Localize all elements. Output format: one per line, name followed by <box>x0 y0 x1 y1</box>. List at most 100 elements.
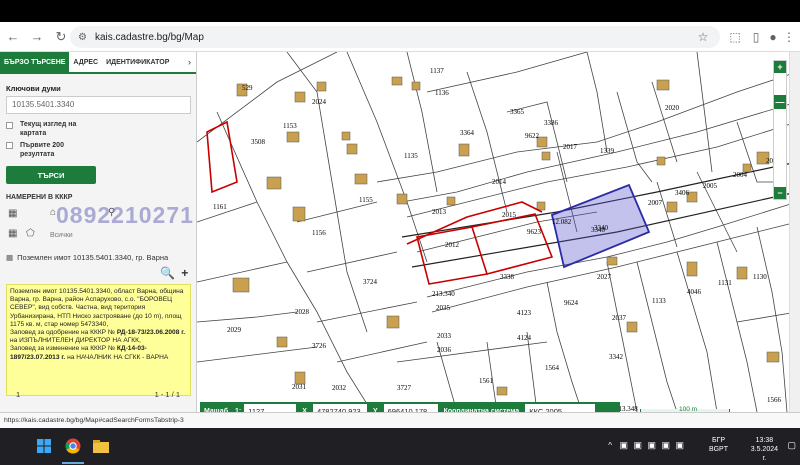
found-label: НАМЕРЕНИ В КККР <box>6 194 73 201</box>
parcel-label: 1564 <box>545 364 560 372</box>
parcel-label: 1155 <box>359 196 373 204</box>
parcel-label: 9622 <box>525 132 540 140</box>
parcel-label: 12.082 <box>552 218 572 226</box>
cadastre-map[interactable]: 529 1137 1136 2024 3508 1153 3364 3365 2020 1135 9… <box>197 52 800 412</box>
parcel-label: 2032 <box>332 384 347 392</box>
current-view-label: Текущ изглед на картата <box>20 121 77 137</box>
parcel-label: 1136 <box>435 89 449 97</box>
result-item[interactable]: ▦ Поземлен имот 10135.5401.3340, гр. Вар… <box>6 250 192 264</box>
parcel-label: 3338 <box>500 273 515 281</box>
app-tray-icon-4[interactable]: ▣ <box>661 440 670 451</box>
grid-small-icon: ▦ <box>6 252 14 262</box>
parcel-label: 3342 <box>609 353 624 361</box>
tab-address[interactable]: АДРЕС <box>69 52 102 72</box>
parcel-label: 3727 <box>397 384 412 392</box>
highlight-label: 3340 <box>594 224 609 232</box>
zoom-out-icon[interactable]: − <box>774 187 786 199</box>
forward-icon[interactable]: → <box>26 26 48 48</box>
parcel-label: 1153 <box>283 122 297 130</box>
grid-icon-2[interactable]: ▦ <box>8 228 17 239</box>
parcel-label: 3508 <box>251 138 266 146</box>
back-icon[interactable]: ← <box>2 26 24 48</box>
pager: 1 1 - 1 / 1 <box>6 390 192 404</box>
extensions-icon[interactable]: ⬚ <box>724 26 746 48</box>
parcel-label: 2029 <box>227 326 242 334</box>
map-scrollbar[interactable] <box>789 52 800 412</box>
keywords-label: Ключови думи <box>6 84 61 93</box>
parcel-label: 3365 <box>510 108 525 116</box>
tab-identifier[interactable]: ИДЕНТИФИКАТОР <box>102 52 173 72</box>
search-tabs: БЪРЗО ТЪРСЕНЕ АДРЕС ИДЕНТИФИКАТОР › <box>0 52 196 74</box>
parcel-label: 2024 <box>312 98 327 106</box>
chevron-right-icon[interactable]: › <box>183 52 196 72</box>
parcel-label: 2037 <box>612 314 627 322</box>
polygon-icon[interactable]: ⬠ <box>26 228 35 239</box>
keywords-input[interactable]: 10135.5401.3340 <box>6 96 191 114</box>
info-approval-suffix: на ИЗПЪЛНИТЕЛЕН ДИРЕКТОР НА АГКК, <box>10 337 141 345</box>
notification-icon[interactable]: ▢ <box>787 440 796 451</box>
parcel-label: 1131 <box>718 279 732 287</box>
first-200-checkbox[interactable] <box>6 142 13 149</box>
clock-time: 13:38 <box>755 437 774 444</box>
parcel-label: 2031 <box>292 383 307 391</box>
all-label: Всички <box>50 232 73 239</box>
pager-page[interactable]: 1 <box>16 390 20 399</box>
zoom-control[interactable]: + — − <box>773 60 787 200</box>
parcel-label: 1339 <box>600 147 615 155</box>
parcel-label: 3364 <box>460 129 475 137</box>
first-200-label: Първите 200 резултата <box>20 142 64 158</box>
zoom-in-icon[interactable]: + <box>774 61 786 73</box>
current-view-checkbox[interactable] <box>6 122 13 129</box>
parcel-label: 4123 <box>517 309 532 317</box>
parcel-label: 2004 <box>733 171 748 179</box>
map-canvas[interactable]: 529 1137 1136 2024 3508 1153 3364 3365 2020 1135 9… <box>197 52 800 412</box>
url-text: kais.cadastre.bg/bg/Map <box>94 31 204 43</box>
clock[interactable]: 13:38 3.5.2024 г. <box>751 436 778 463</box>
parcel-label: 2017 <box>563 143 578 151</box>
zoom-slider-handle[interactable]: — <box>774 95 786 109</box>
parcel-label: 2036 <box>437 346 452 354</box>
windows-taskbar: ^ ▣ ▣ ▣ ▣ ▣ БГР BGPT 13:38 3.5.2024 г. ▢ <box>0 428 800 465</box>
windows-start-icon[interactable] <box>36 438 52 454</box>
parcel-label: 1161 <box>213 203 227 211</box>
parcel-label: 2014 <box>492 178 507 186</box>
parcel-label: 2028 <box>295 308 310 316</box>
add-icon[interactable]: + <box>181 266 188 280</box>
parcel-label: 3726 <box>312 342 327 350</box>
address-bar[interactable]: ⚙ kais.cadastre.bg/bg/Map <box>70 26 720 48</box>
zoom-to-icon[interactable]: 🔍 <box>160 266 175 280</box>
info-approval-order[interactable]: РД-18-73/23.06.2008 г. <box>117 329 185 336</box>
reload-icon[interactable]: ↻ <box>50 26 72 48</box>
selected-parcels[interactable] <box>206 120 554 285</box>
status-url: https://kais.cadastre.bg/bg/Map#cadSearc… <box>0 412 800 428</box>
active-app-indicator <box>62 462 84 464</box>
file-explorer-icon[interactable] <box>92 438 110 454</box>
site-info-icon[interactable]: ⚙ <box>78 32 87 43</box>
result-title: Поземлен имот 10135.5401.3340, гр. Варна <box>17 252 169 262</box>
tab-quick-search[interactable]: БЪРЗО ТЪРСЕНЕ <box>0 52 70 72</box>
parcel-label: 529 <box>242 84 253 92</box>
tray-chevron-up-icon[interactable]: ^ <box>608 441 612 450</box>
parcel-label: 1135 <box>404 152 418 160</box>
keyboard-language[interactable]: БГР BGPT <box>709 436 728 454</box>
app-tray-icon-5[interactable]: ▣ <box>675 440 684 451</box>
phone-watermark: 0892210271 <box>56 202 194 228</box>
app-tray-icon-3[interactable]: ▣ <box>647 440 656 451</box>
parcel-label: 1137 <box>430 67 444 75</box>
menu-icon[interactable]: ⋮ <box>778 26 800 48</box>
app-tray-icon-1[interactable]: ▣ <box>619 440 628 451</box>
parcel-label: 2012 <box>445 241 460 249</box>
bookmark-star-icon[interactable]: ☆ <box>692 26 714 48</box>
grid-icon[interactable]: ▦ <box>8 208 17 219</box>
info-change-prefix: Заповед за изменение на КККР № <box>10 345 117 353</box>
parcel-label: 3406 <box>675 189 690 197</box>
search-button[interactable]: ТЪРСИ <box>6 166 96 184</box>
parcel-label: 4046 <box>687 288 702 296</box>
chrome-icon[interactable] <box>64 437 82 455</box>
search-panel: БЪРЗО ТЪРСЕНЕ АДРЕС ИДЕНТИФИКАТОР › Ключ… <box>0 52 197 412</box>
app-tray-icon-2[interactable]: ▣ <box>633 440 642 451</box>
browser-toolbar: ← → ↻ ⚙ kais.cadastre.bg/bg/Map ☆ ⬚ ▯ ● … <box>0 22 800 52</box>
parcel-label: 2027 <box>597 273 612 281</box>
screen-top-black-bar <box>0 0 800 22</box>
parcel-label: 2035 <box>436 304 451 312</box>
